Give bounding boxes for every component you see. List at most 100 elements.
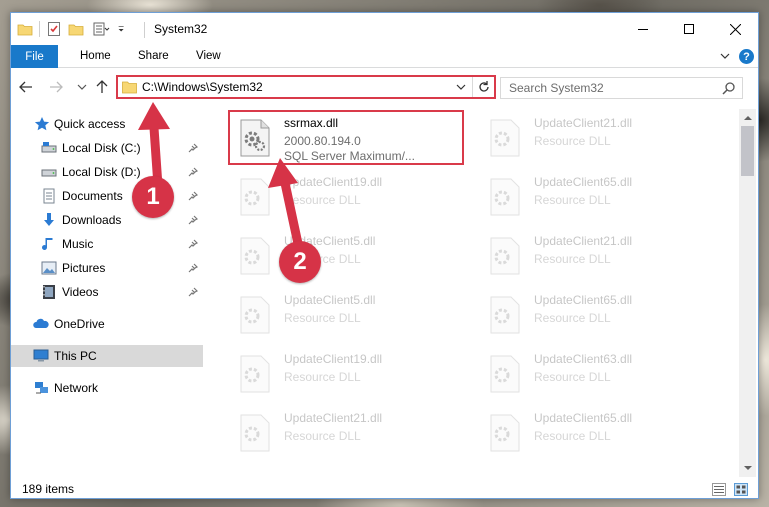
back-button[interactable] (17, 78, 35, 96)
file-item[interactable]: UpdateClient65.dll Resource DLL (481, 172, 721, 224)
pin-icon[interactable] (188, 143, 198, 153)
scroll-down-icon (743, 466, 752, 470)
folder-icon (122, 81, 137, 94)
tab-home[interactable]: Home (80, 50, 111, 62)
music-icon (42, 238, 53, 250)
sidebar-item-network[interactable]: Network (11, 377, 203, 399)
chevron-down-icon (77, 84, 87, 90)
scroll-down-button[interactable] (739, 460, 756, 477)
sidebar-item-pictures[interactable]: Pictures (11, 257, 203, 279)
sidebar-item-label: Quick access (54, 117, 126, 131)
refresh-icon[interactable] (476, 79, 492, 95)
file-explorer-window: System32 File Home Share View ? C:\Windo… (10, 12, 759, 499)
new-folder-icon[interactable] (68, 21, 84, 37)
window-title: System32 (154, 22, 208, 36)
search-icon[interactable] (722, 81, 736, 95)
address-dropdown-icon[interactable] (455, 81, 467, 93)
sidebar-item-downloads[interactable]: Downloads (11, 209, 203, 231)
up-arrow-icon (96, 80, 108, 93)
dll-file-icon (240, 237, 270, 275)
dll-file-icon (240, 355, 270, 393)
pin-icon[interactable] (188, 263, 198, 273)
pin-icon[interactable] (188, 167, 198, 177)
file-item[interactable]: UpdateClient19.dll Resource DLL (231, 172, 471, 224)
computer-icon (33, 349, 49, 362)
sidebar-item-label: This PC (54, 349, 97, 363)
close-icon (729, 23, 741, 35)
file-name: UpdateClient63.dll (534, 352, 633, 366)
search-placeholder: Search System32 (509, 81, 604, 95)
minimize-button[interactable] (620, 13, 666, 45)
file-item[interactable]: UpdateClient21.dll Resource DLL (231, 408, 471, 460)
file-name: UpdateClient65.dll (534, 175, 633, 189)
annotation-badge-2: 2 (279, 241, 321, 283)
file-item[interactable]: UpdateClient65.dll Resource DLL (481, 408, 721, 460)
forward-button[interactable] (47, 78, 65, 96)
file-item[interactable]: UpdateClient21.dll Resource DLL (481, 113, 721, 165)
dll-file-icon (490, 237, 520, 275)
folder-icon[interactable] (17, 21, 33, 37)
up-button[interactable] (93, 78, 111, 96)
recent-locations-button[interactable] (73, 78, 91, 96)
expand-ribbon-icon[interactable] (719, 50, 731, 62)
navigation-pane: Quick access Local Disk (C:) Local Disk … (11, 109, 203, 469)
sidebar-item-local-disk-c[interactable]: Local Disk (C:) (11, 137, 203, 159)
file-item[interactable]: UpdateClient65.dll Resource DLL (481, 290, 721, 342)
sidebar-item-label: Music (62, 237, 94, 251)
sidebar-item-onedrive[interactable]: OneDrive (11, 313, 203, 335)
properties-icon[interactable] (46, 21, 62, 37)
file-item[interactable]: UpdateClient19.dll Resource DLL (231, 349, 471, 401)
file-item[interactable]: UpdateClient21.dll Resource DLL (481, 231, 721, 283)
back-arrow-icon (19, 81, 32, 93)
sidebar-item-local-disk-d[interactable]: Local Disk (D:) (11, 161, 203, 183)
sidebar-item-documents[interactable]: Documents (11, 185, 203, 207)
pictures-icon (41, 261, 57, 275)
tab-file[interactable]: File (11, 45, 58, 68)
annotation-badge-1: 1 (132, 176, 174, 218)
file-name: UpdateClient65.dll (534, 293, 633, 307)
address-path[interactable]: C:\Windows\System32 (142, 80, 263, 94)
maximize-button[interactable] (666, 13, 712, 45)
qat-dropdown-icon[interactable] (118, 21, 128, 37)
file-type: Resource DLL (534, 311, 611, 325)
pin-icon[interactable] (188, 215, 198, 225)
large-icons-view-icon[interactable] (734, 483, 748, 496)
search-input[interactable]: Search System32 (500, 77, 743, 99)
sidebar-item-label: Documents (62, 189, 123, 203)
scroll-thumb[interactable] (741, 126, 754, 176)
sidebar-item-music[interactable]: Music (11, 233, 203, 255)
vertical-scrollbar[interactable] (739, 109, 756, 477)
highlight-box (228, 110, 464, 165)
sidebar-item-label: OneDrive (54, 317, 105, 331)
sidebar-item-this-pc[interactable]: This PC (11, 345, 203, 367)
title-bar: System32 (11, 13, 758, 45)
dll-file-icon (490, 296, 520, 334)
details-view-icon[interactable] (712, 483, 726, 496)
sidebar-item-videos[interactable]: Videos (11, 281, 203, 303)
scroll-up-button[interactable] (739, 109, 756, 126)
sidebar-item-quick-access[interactable]: Quick access (11, 113, 203, 135)
file-name: UpdateClient65.dll (534, 411, 633, 425)
dll-file-icon (240, 296, 270, 334)
file-item[interactable]: UpdateClient63.dll Resource DLL (481, 349, 721, 401)
file-name: UpdateClient21.dll (534, 234, 633, 248)
close-button[interactable] (712, 13, 758, 45)
pin-icon[interactable] (188, 287, 198, 297)
dll-file-icon (490, 414, 520, 452)
cloud-icon (33, 318, 49, 328)
toolbar-separator (39, 21, 40, 37)
file-item[interactable]: UpdateClient5.dll Resource DLL (231, 290, 471, 342)
pin-icon[interactable] (188, 191, 198, 201)
sidebar-item-label: Pictures (62, 261, 106, 275)
drive-icon (41, 142, 57, 153)
tab-view[interactable]: View (196, 50, 221, 62)
tab-share[interactable]: Share (138, 50, 169, 62)
help-icon[interactable]: ? (739, 49, 754, 64)
customize-icon[interactable] (90, 21, 112, 37)
file-name: UpdateClient5.dll (284, 293, 376, 307)
address-bar[interactable]: C:\Windows\System32 (116, 75, 496, 99)
file-type: Resource DLL (284, 193, 361, 207)
maximize-icon (684, 24, 694, 34)
file-item[interactable]: UpdateClient5.dll Resource DLL (231, 231, 471, 283)
pin-icon[interactable] (188, 239, 198, 249)
